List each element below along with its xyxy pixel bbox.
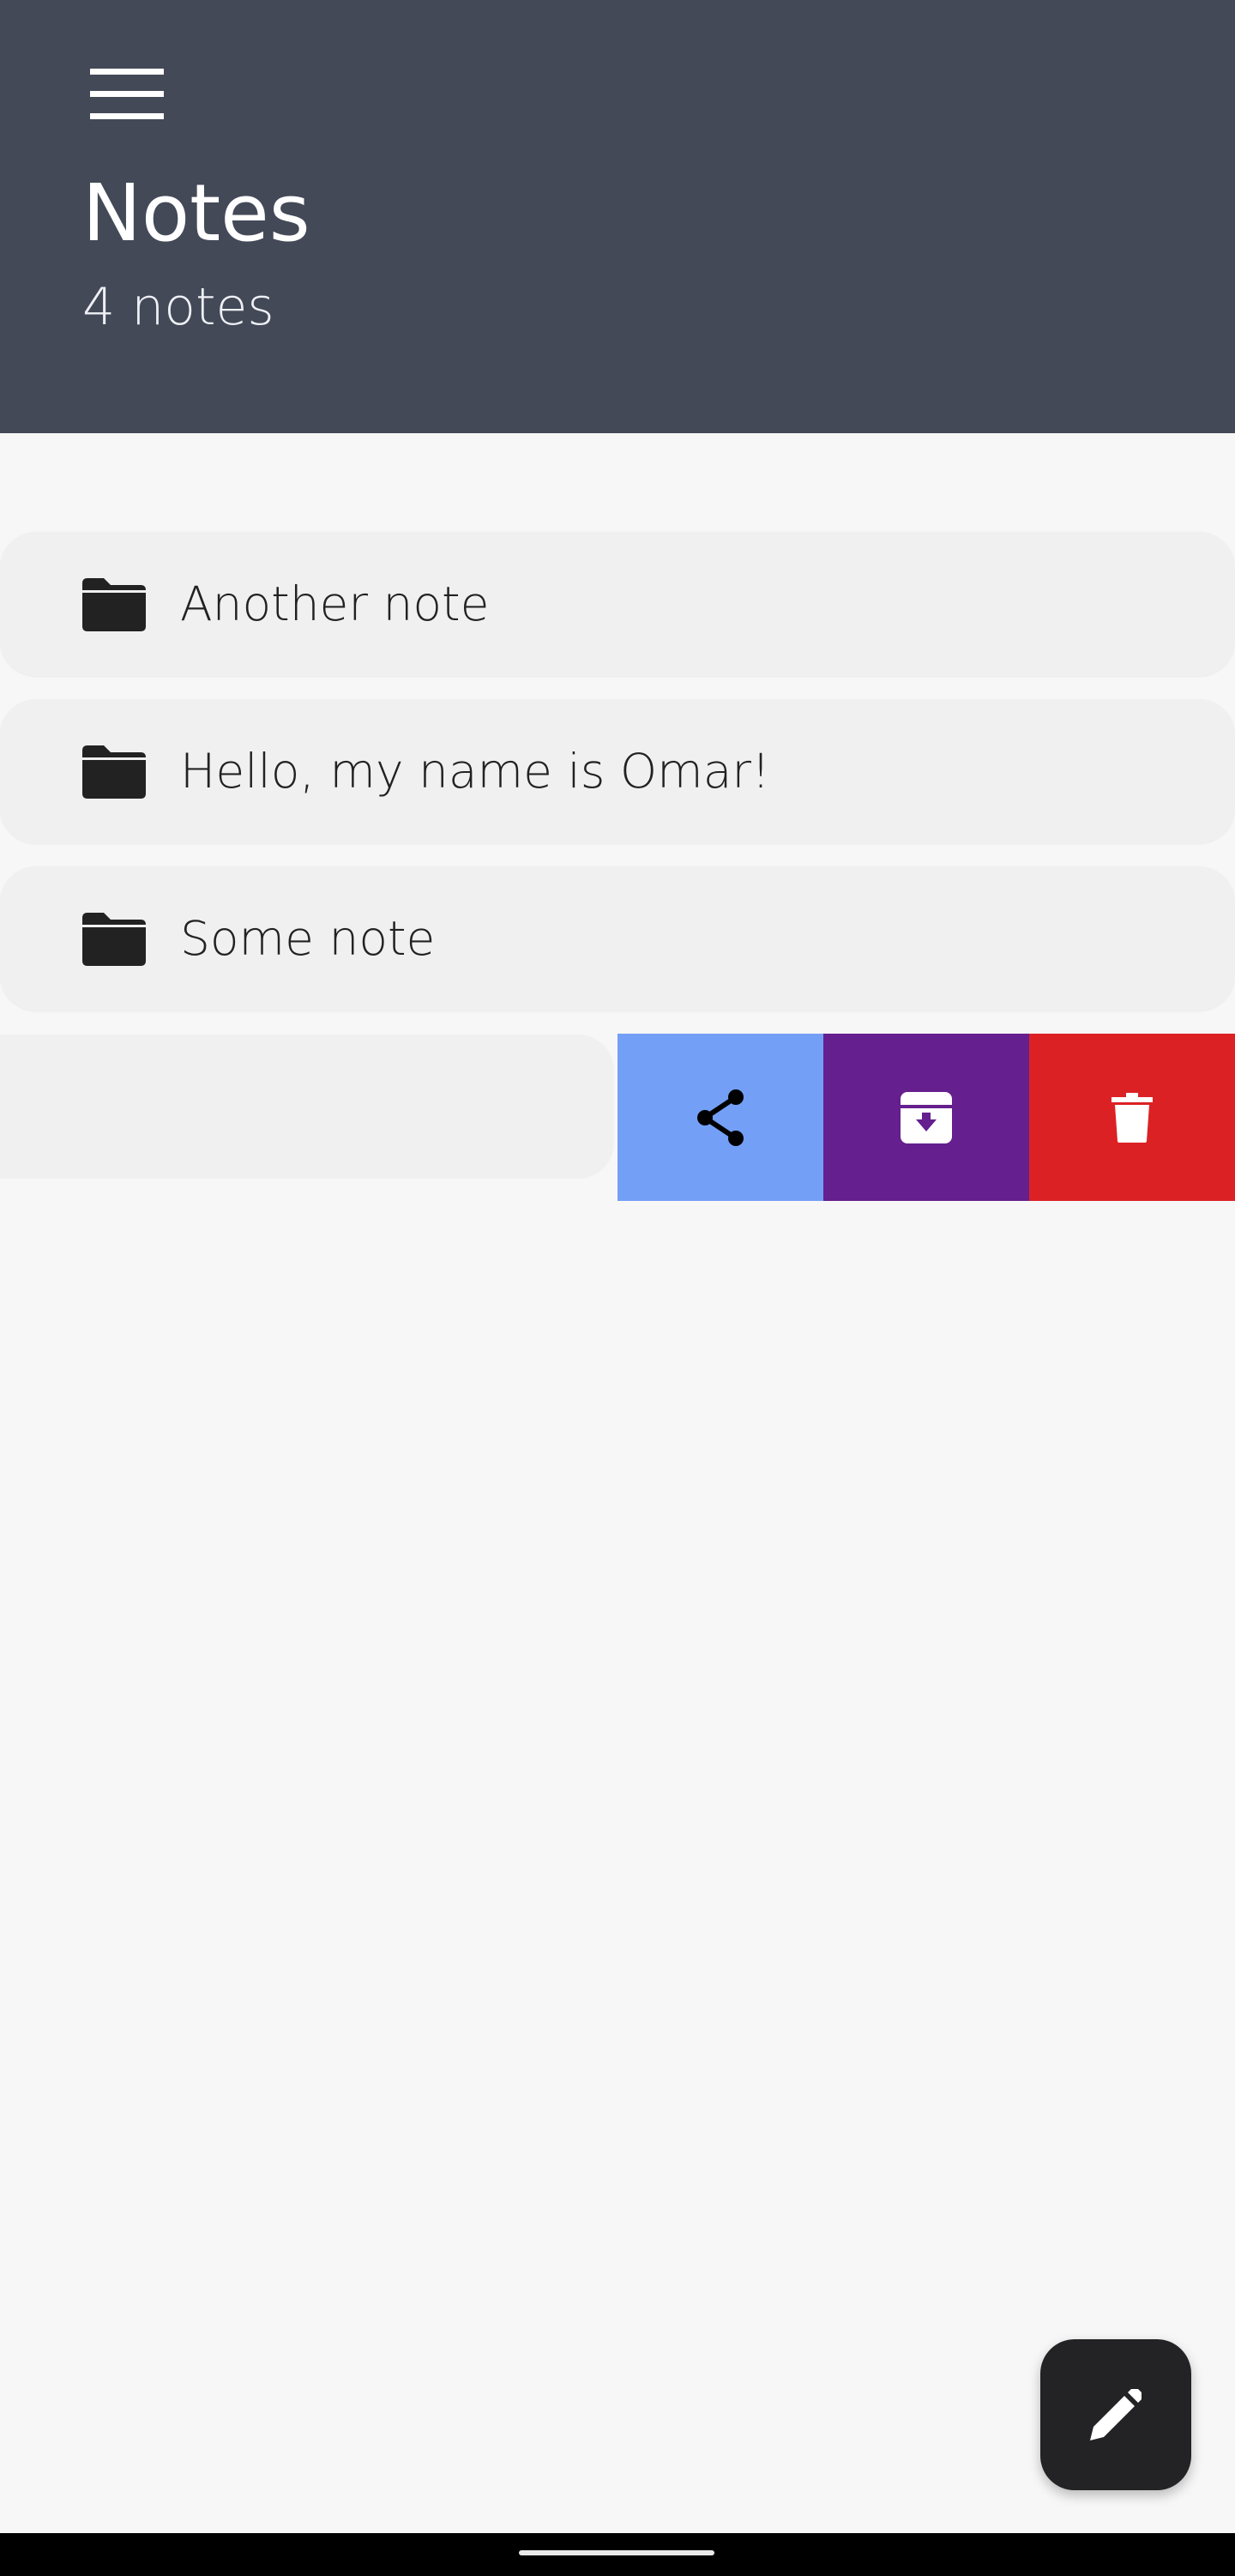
note-item-some-note[interactable]: Some note [0, 866, 1235, 1010]
note-item-hello[interactable]: Hello, my name is Omar! [0, 699, 1235, 843]
archive-action-button[interactable] [823, 1034, 1029, 1201]
note-title: Another note [180, 576, 490, 631]
folder-icon [82, 745, 146, 799]
new-note-button[interactable] [1040, 2339, 1191, 2490]
home-indicator[interactable] [519, 2550, 714, 2555]
delete-action-button[interactable] [1029, 1034, 1235, 1201]
pencil-icon [1090, 2389, 1142, 2440]
note-title: Some note [180, 911, 436, 966]
archive-icon [901, 1091, 952, 1143]
note-title: Hello, my name is Omar! [180, 744, 771, 799]
app-header: Notes 4 notes [0, 0, 1235, 433]
share-action-button[interactable] [618, 1034, 823, 1201]
system-navigation-bar [0, 2533, 1235, 2576]
trash-icon [1112, 1092, 1153, 1143]
folder-icon [82, 578, 146, 631]
share-icon [697, 1089, 744, 1146]
page-title: Notes [82, 167, 310, 259]
menu-button[interactable] [75, 43, 178, 146]
hamburger-menu-icon [90, 69, 164, 119]
swiped-note-item[interactable] [0, 1035, 614, 1179]
note-item-another-note[interactable]: Another note [0, 532, 1235, 676]
folder-icon [82, 913, 146, 966]
note-count: 4 notes [82, 277, 274, 337]
